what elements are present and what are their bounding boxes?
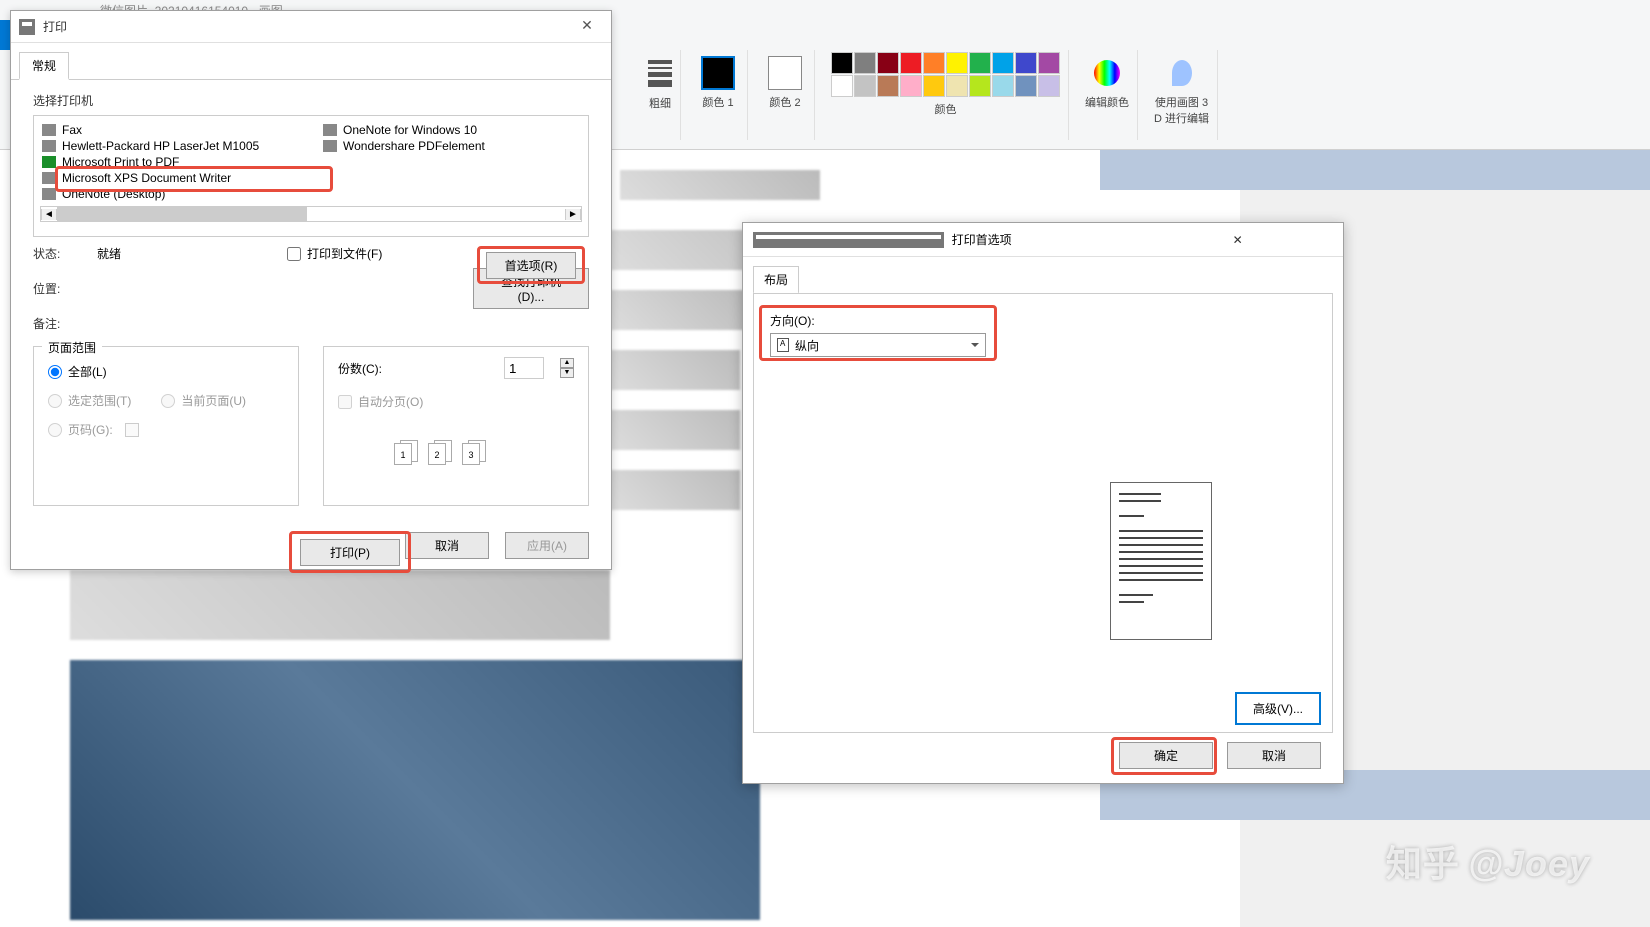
close-button[interactable]: ✕ xyxy=(571,17,603,37)
scroll-thumb[interactable] xyxy=(57,207,307,221)
highlight-selected-printer xyxy=(55,166,333,192)
status-value: 就绪 xyxy=(97,245,197,262)
printer-icon xyxy=(19,19,35,35)
close-button[interactable]: ✕ xyxy=(1142,233,1333,247)
cancel-button[interactable]: 取消 xyxy=(1227,742,1321,769)
color-swatch[interactable] xyxy=(1038,75,1060,97)
spin-down[interactable]: ▼ xyxy=(560,368,574,378)
color-swatch[interactable] xyxy=(900,52,922,74)
advanced-button[interactable]: 高级(V)... xyxy=(1235,692,1321,725)
orientation-label: 方向(O): xyxy=(770,312,986,329)
select-printer-label: 选择打印机 xyxy=(33,92,589,109)
color-swatch[interactable] xyxy=(831,75,853,97)
color-swatch[interactable] xyxy=(877,52,899,74)
print-dialog-titlebar[interactable]: 打印 ✕ xyxy=(11,11,611,43)
color-swatch[interactable] xyxy=(923,75,945,97)
remark-label: 备注: xyxy=(33,315,77,332)
pref-dialog-title: 打印首选项 xyxy=(952,231,1143,248)
print-dialog-title: 打印 xyxy=(43,18,571,35)
copies-label: 份数(C): xyxy=(338,360,382,377)
color-swatch[interactable] xyxy=(969,75,991,97)
color-swatch[interactable] xyxy=(992,75,1014,97)
printer-hscroll[interactable]: ◄ ► xyxy=(40,206,582,222)
print-button[interactable]: 打印(P) xyxy=(300,539,400,566)
color-swatch[interactable] xyxy=(946,75,968,97)
copies-spinner[interactable] xyxy=(504,357,544,379)
ribbon: 粗细 颜色 1 颜色 2 颜色 编辑颜色 使用画图 3 D 进行编辑 xyxy=(640,50,1640,140)
print-preferences-dialog: 打印首选项 ✕ 布局 方向(O): 纵向 高级(V)... 确定 取消 xyxy=(742,222,1344,784)
printer-item[interactable]: Fax xyxy=(40,122,301,138)
portrait-icon xyxy=(777,338,789,352)
print-dialog-footer: 取消 应用(A) xyxy=(405,532,589,559)
printer-item[interactable]: Hewlett-Packard HP LaserJet M1005 xyxy=(40,138,301,154)
radio-pages: 页码(G): xyxy=(48,421,284,438)
printer-item[interactable]: Wondershare PDFelement xyxy=(321,138,582,154)
color-swatch[interactable] xyxy=(1038,52,1060,74)
scroll-right-arrow[interactable]: ► xyxy=(565,209,581,220)
color-swatch[interactable] xyxy=(969,52,991,74)
highlight-ok-button xyxy=(1111,737,1217,775)
scroll-left-arrow[interactable]: ◄ xyxy=(41,209,57,220)
collate-checkbox: 自动分页(O) xyxy=(338,393,574,410)
color-swatch[interactable] xyxy=(992,52,1014,74)
tab-general[interactable]: 常规 xyxy=(19,52,69,80)
status-label: 状态: xyxy=(33,245,77,262)
printer-item[interactable]: OneNote for Windows 10 xyxy=(321,122,582,138)
color-swatch[interactable] xyxy=(923,52,945,74)
color-swatch[interactable] xyxy=(900,75,922,97)
color-swatch[interactable] xyxy=(877,75,899,97)
preferences-button[interactable]: 首选项(R) xyxy=(486,252,576,279)
ribbon-paint3d[interactable]: 使用画图 3 D 进行编辑 xyxy=(1146,50,1218,140)
printer-icon xyxy=(42,156,56,168)
color-swatch[interactable] xyxy=(1015,52,1037,74)
highlight-preferences-button: 首选项(R) xyxy=(477,246,585,284)
color-swatch[interactable] xyxy=(854,52,876,74)
printer-icon xyxy=(42,188,56,200)
printer-icon xyxy=(323,140,337,152)
color-swatch[interactable] xyxy=(1015,75,1037,97)
canvas-margin xyxy=(1100,150,1650,190)
watermark: 知乎@Joey xyxy=(1386,835,1590,887)
color-swatch[interactable] xyxy=(946,52,968,74)
page-range-legend: 页面范围 xyxy=(42,339,102,356)
ribbon-color1[interactable]: 颜色 1 xyxy=(689,50,748,140)
location-label: 位置: xyxy=(33,280,77,297)
ribbon-edit-colors[interactable]: 编辑颜色 xyxy=(1077,50,1138,140)
print-to-file-checkbox[interactable]: 打印到文件(F) xyxy=(287,245,382,262)
highlight-orientation: 方向(O): 纵向 xyxy=(759,305,997,361)
page-preview xyxy=(1110,482,1212,640)
ribbon-thickness-label: 粗细 xyxy=(649,95,671,111)
ribbon-thickness-group[interactable]: 粗细 xyxy=(640,50,681,140)
print-dialog: 打印 ✕ 常规 选择打印机 FaxHewlett-Packard HP Lase… xyxy=(10,10,612,570)
pages-input xyxy=(125,423,139,437)
printer-icon xyxy=(42,172,56,184)
color-swatch[interactable] xyxy=(854,75,876,97)
collate-illustration: 11 22 33 xyxy=(394,440,574,466)
color-swatch[interactable] xyxy=(831,52,853,74)
radio-all[interactable]: 全部(L) xyxy=(48,363,284,380)
printer-icon xyxy=(323,124,337,136)
page-range-group: 页面范围 全部(L) 选定范围(T) 当前页面(U) 页码(G): xyxy=(33,346,299,506)
radio-selection: 选定范围(T) xyxy=(48,392,131,409)
copies-group: 份数(C): ▲▼ 自动分页(O) 11 22 33 xyxy=(323,346,589,506)
file-menu-strip xyxy=(0,20,10,50)
ribbon-color2[interactable]: 颜色 2 xyxy=(756,50,815,140)
radio-current: 当前页面(U) xyxy=(161,392,246,409)
highlight-print-button: 打印(P) xyxy=(289,531,411,573)
spin-up[interactable]: ▲ xyxy=(560,358,574,368)
printer-icon xyxy=(42,124,56,136)
cancel-button[interactable]: 取消 xyxy=(405,532,489,559)
orientation-value: 纵向 xyxy=(795,337,819,354)
tab-layout[interactable]: 布局 xyxy=(753,266,799,294)
apply-button: 应用(A) xyxy=(505,532,589,559)
printer-icon xyxy=(42,140,56,152)
pref-dialog-titlebar[interactable]: 打印首选项 ✕ xyxy=(743,223,1343,257)
ribbon-palette: 颜色 xyxy=(823,50,1069,140)
printer-icon xyxy=(753,232,944,248)
orientation-select[interactable]: 纵向 xyxy=(770,333,986,357)
